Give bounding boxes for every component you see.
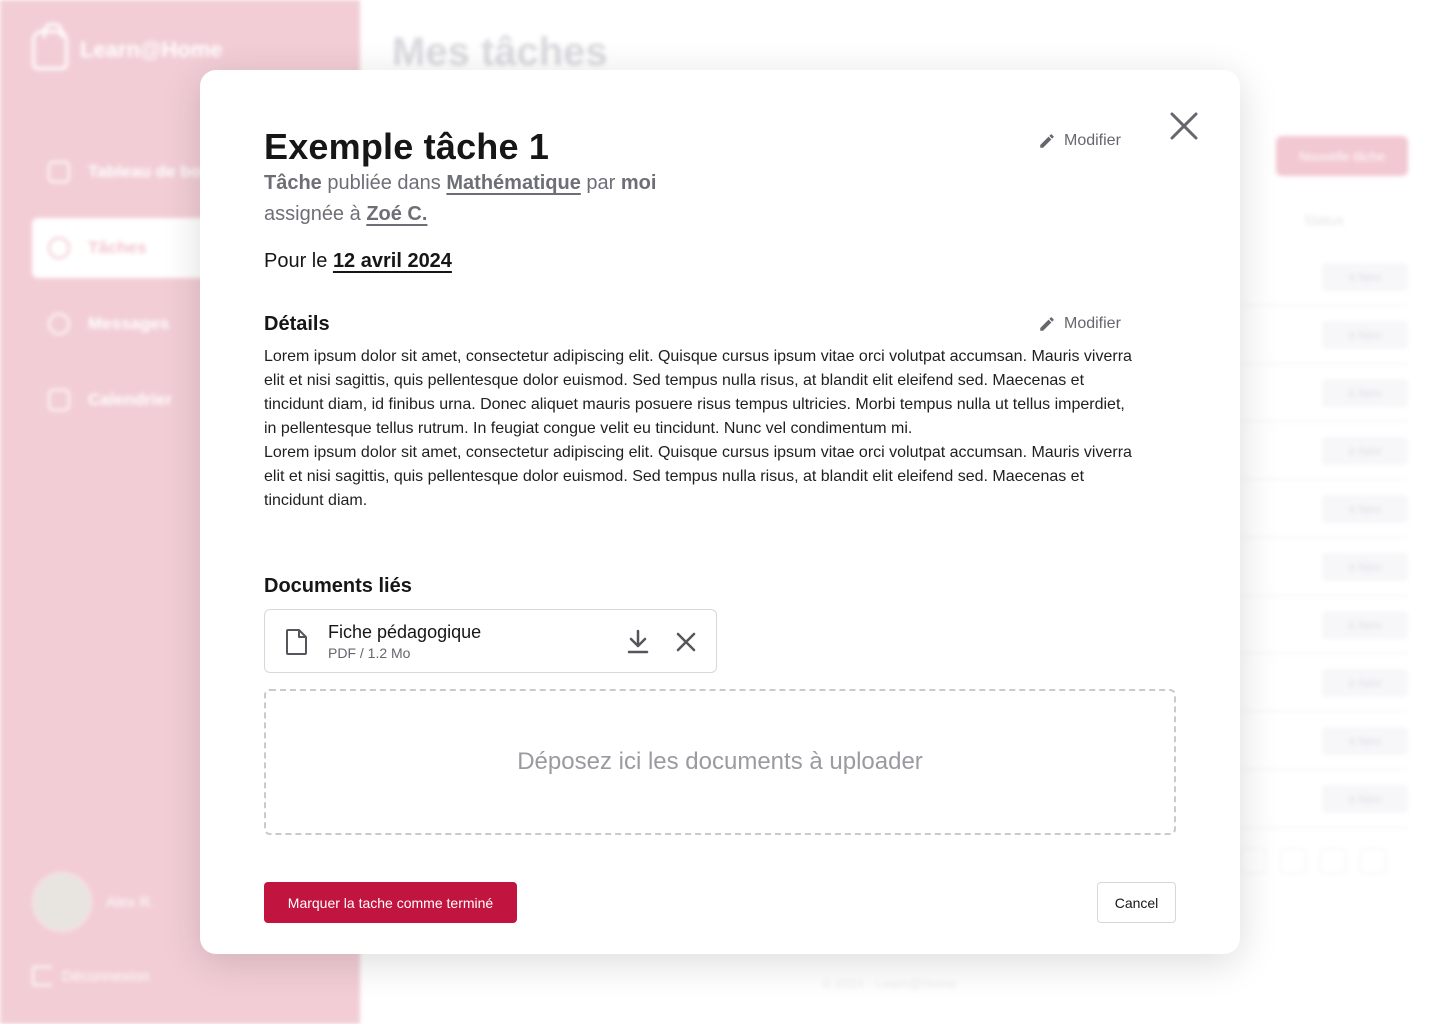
sidebar-item-label: Calendrier [88,390,173,409]
remove-document-icon[interactable] [673,629,699,655]
task-type: Tâche [264,172,322,194]
user-name: Alex R. [106,893,155,911]
file-icon [286,629,307,655]
last-page-button[interactable] [1360,848,1386,874]
status-badge: à faire [1322,668,1408,697]
status-badge: à faire [1322,320,1408,349]
next-page-button[interactable] [1320,848,1346,874]
upload-dropzone[interactable]: Déposez ici les documents à uploader [264,689,1176,835]
status-badge: à faire [1322,494,1408,523]
documents-heading: Documents liés [264,575,412,597]
pagination [1240,848,1386,874]
due-prefix: Pour le [264,250,328,272]
table-row[interactable]: à faire [1240,422,1408,480]
prev-page-button[interactable] [1280,848,1306,874]
table-row[interactable]: à faire [1240,654,1408,712]
sidebar-item-label: Tableau de bord [88,162,219,181]
due-date-line: Pour le 12 avril 2024 [264,250,452,273]
assignee-link[interactable]: Zoé C. [366,203,427,225]
logout-icon [32,966,52,986]
table-row[interactable]: à faire [1240,480,1408,538]
task-detail-modal: Exemple tâche 1 Modifier Tâche publiée d… [200,70,1240,954]
details-heading: Détails [264,313,330,335]
table-row[interactable]: à faire [1240,248,1408,306]
mark-complete-button[interactable]: Marquer la tache comme terminé [264,882,517,923]
table-row[interactable]: à faire [1240,596,1408,654]
sidebar-item-label: Messages [88,314,170,333]
backpack-icon [32,23,68,70]
subject-link[interactable]: Mathématique [446,172,580,194]
new-task-button[interactable]: Nouvelle tâche [1276,136,1408,176]
table-row[interactable]: à faire [1240,306,1408,364]
edit-label: Modifier [1064,132,1121,149]
download-icon[interactable] [625,628,651,656]
first-page-button[interactable] [1240,848,1266,874]
assigned-text: assignée à [264,203,361,225]
calendar-icon [48,389,70,411]
document-card[interactable]: Fiche pédagogique PDF / 1.2 Mo [264,609,717,673]
assignee-line: assignée à Zoé C. [264,203,427,226]
published-in-text: publiée dans [327,172,441,194]
document-meta: PDF / 1.2 Mo [328,645,411,661]
due-date-link[interactable]: 12 avril 2024 [333,250,452,272]
sidebar-item-label: Tâches [88,238,147,257]
check-circle-icon [48,237,70,259]
edit-label: Modifier [1064,315,1121,332]
details-body: Lorem ipsum dolor sit amet, consectetur … [264,345,1134,513]
chat-icon [48,313,70,335]
status-badge: à faire [1322,610,1408,639]
logout-label: Déconnexion [62,967,150,985]
status-badge: à faire [1322,552,1408,581]
status-badge: à faire [1322,436,1408,465]
edit-task-button[interactable]: Modifier [1038,132,1121,150]
app-name: Learn@Home [80,37,223,62]
document-name: Fiche pédagogique [328,622,482,642]
app-logo: Learn@Home [32,23,223,70]
status-badge: à faire [1322,378,1408,407]
status-badge: à faire [1322,784,1408,813]
footer-text: © 2024 - Learn@Home [822,976,957,991]
table-row[interactable]: à faire [1240,364,1408,422]
task-meta-line: Tâche publiée dans Mathématique par moi [264,172,656,195]
status-badge: à faire [1322,726,1408,755]
table-row[interactable]: à faire [1240,770,1408,828]
avatar [32,872,92,932]
user-profile[interactable]: Alex R. [32,872,154,932]
status-column-header[interactable]: Status [1304,212,1344,228]
pencil-icon [1040,134,1054,148]
status-badge: à faire [1322,262,1408,291]
cancel-button[interactable]: Cancel [1097,882,1176,923]
author-name: moi [620,172,657,194]
by-text: par [586,172,616,194]
details-paragraph: Lorem ipsum dolor sit amet, consectetur … [264,444,1132,509]
table-row[interactable]: à faire [1240,712,1408,770]
logout-link[interactable]: Déconnexion [32,966,150,986]
grid-icon [48,161,70,183]
edit-details-button[interactable]: Modifier [1038,315,1121,333]
details-paragraph: Lorem ipsum dolor sit amet, consectetur … [264,348,1132,437]
pencil-icon [1040,317,1054,331]
task-title: Exemple tâche 1 [264,126,550,167]
page-title: Mes tâches [392,30,608,74]
close-button[interactable] [1166,108,1202,144]
close-icon [1170,112,1198,140]
task-table: à faire à faire à faire à faire à faire … [1240,248,1408,828]
table-row[interactable]: à faire [1240,538,1408,596]
